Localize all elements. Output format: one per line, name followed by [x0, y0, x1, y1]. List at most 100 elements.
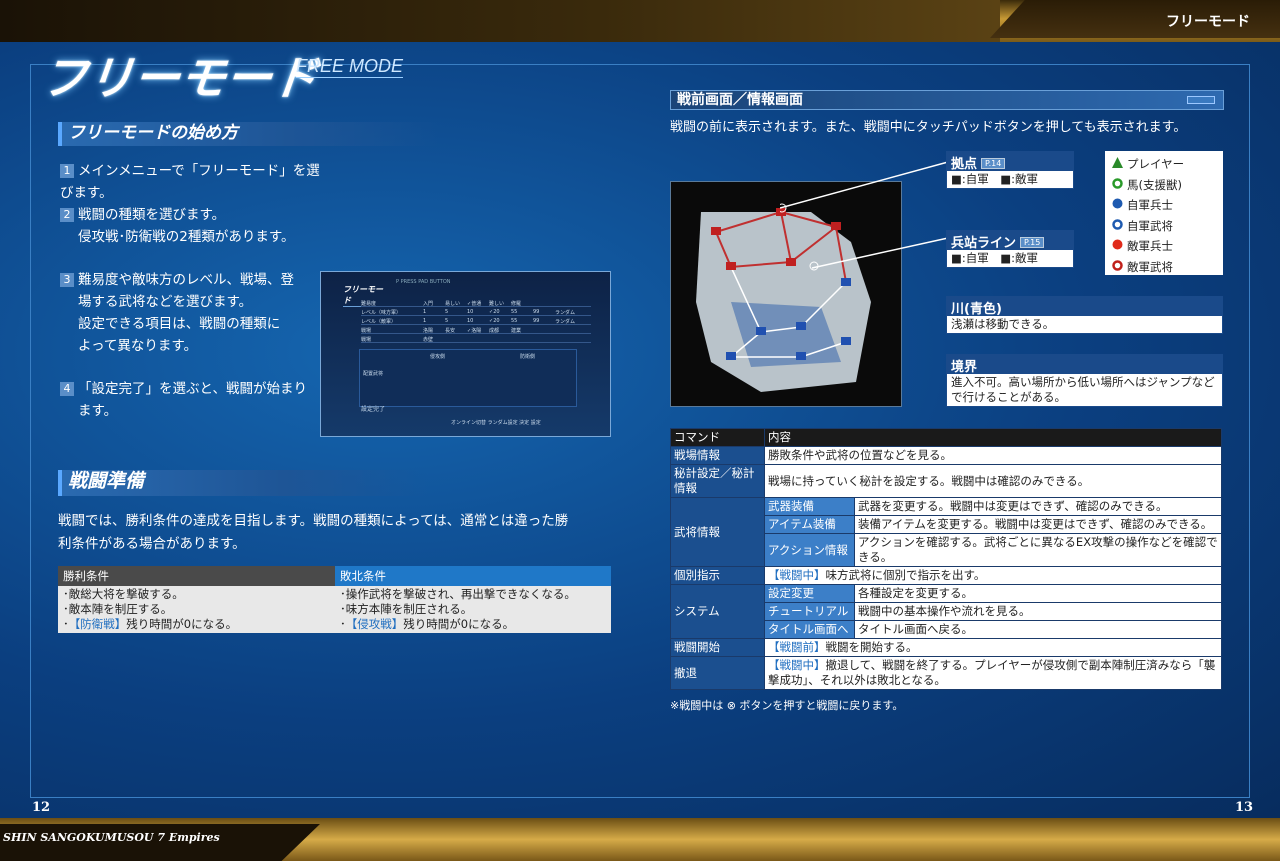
shot-row: レベル（敵軍） 1 5 10 ✓20 55 99 ランダム — [361, 318, 591, 325]
border-body-line: で行けることがある。 — [951, 390, 1066, 404]
command-desc: 戦場に持っていく秘計を設定する。戦闘中は確認のみできる。 — [764, 464, 1222, 498]
legend-item: 敵軍兵士 — [1111, 236, 1217, 257]
command-name: 撤退 — [670, 656, 765, 690]
legend-item: 自軍兵士 — [1111, 195, 1217, 216]
lose-conditions: ･操作武将を撃破され、再出撃できなくなる。 ･味方本陣を制圧される。 ･【侵攻戦】残… — [335, 586, 611, 633]
river-box: 川(青色) 浅瀬は移動できる。 — [946, 296, 1223, 334]
command-desc: 武器を変更する。戦闘中は変更はできず、確認のみできる。 — [854, 497, 1222, 516]
command-desc: 【戦闘前】戦闘を開始する。 — [764, 638, 1222, 657]
condition-line: ･敵総大将を撃破する。 — [63, 587, 184, 601]
shot-cell: 長安 — [445, 328, 456, 334]
legend-label: 敵軍武将 — [1127, 259, 1173, 274]
shot-hint: オンライン切替 ランダム設定 決定 設定 — [451, 420, 541, 426]
condition-line: ･味方本陣を制圧される。 — [340, 602, 473, 616]
river-title: 川(青色) — [947, 297, 1222, 317]
step-number: 1 — [60, 164, 74, 178]
step-item: 2 戦闘の種類を選びます。 侵攻戦･防衛戦の2種類があります。 — [60, 204, 320, 248]
shot-officer-panel: 配置武将 侵攻側 防衛側 — [359, 349, 577, 407]
command-desc: 【戦闘中】味方武将に個別で指示を出す。 — [764, 566, 1222, 585]
shot-team-a: 侵攻側 — [430, 354, 446, 360]
win-conditions: ･敵総大将を撃破する。 ･敵本陣を制圧する。 ･【防衛戦】残り時間が0になる。 — [58, 586, 335, 633]
heitan-body: ■:自軍 ■:敵軍 — [951, 251, 1038, 265]
shot-cell: ✓20 — [489, 309, 500, 315]
legend-label: 自軍武将 — [1127, 218, 1173, 233]
shot-row: 戦場 洛陽 長安 ✓洛陽 成都 建業 — [361, 327, 591, 334]
game-title: SHIN SANGOKUMUSOU 7 Empires — [3, 831, 220, 844]
shot-cell: 55 — [511, 309, 518, 315]
border-body-line: 進入不可。高い場所から低い場所へはジャンプなど — [951, 375, 1215, 389]
shot-cell: 5 — [445, 318, 449, 324]
ring-icon — [1111, 257, 1123, 278]
right-section-header: 戦前画面／情報画面 — [670, 90, 1224, 110]
shot-cell: 99 — [533, 309, 540, 315]
command-header: コマンド — [670, 428, 765, 447]
step-line: 3 難易度や敵味方のレベル、戦場、登 — [60, 269, 320, 291]
shot-cell: 99 — [533, 318, 540, 324]
command-name: 武将情報 — [670, 497, 765, 567]
heitan-ref: P.15 — [1020, 237, 1045, 248]
step-line: 場する武将などを選びます。 — [78, 294, 253, 310]
legend-item: プレイヤー — [1111, 154, 1217, 175]
step-item: 3 難易度や敵味方のレベル、戦場、登場する武将などを選びます。設定できる項目は、戦… — [60, 269, 320, 357]
shot-cell: レベル（敵軍） — [361, 319, 397, 325]
map-legend: プレイヤー 馬(支援獣) 自軍兵士自軍武将敵軍兵士敵軍武将 — [1105, 151, 1223, 275]
right-intro: 戦闘の前に表示されます。また、戦闘中にタッチパッドボタンを押しても表示されます。 — [670, 120, 1187, 135]
command-desc: 【戦闘中】撤退して、戦闘を終了する。プレイヤーが侵攻側で副本陣制圧済みなら「襲撃… — [764, 656, 1222, 690]
shot-cell: 5 — [445, 309, 449, 315]
command-tag: 【戦闘中】 — [768, 568, 826, 582]
freemode-screenshot: フリーモード P PRESS PAD BUTTON 難易度 入門 易しい ✓普通 難しい… — [320, 271, 611, 437]
shot-setting-done: 設定完了 — [361, 406, 386, 413]
condition-line: ･敵本陣を制圧する。 — [63, 602, 173, 616]
command-desc: アクションを確認する。武将ごとに異なるEX攻撃の操作などを確認できる。 — [854, 533, 1222, 567]
ring-icon — [1111, 175, 1123, 196]
kyoten-body: ■:自軍 ■:敵軍 — [951, 172, 1038, 186]
step-number: 2 — [60, 208, 74, 222]
condition-line: ･操作武将を撃破され、再出撃できなくなる。 — [340, 587, 576, 601]
step-number: 3 — [60, 273, 74, 287]
dot-icon — [1111, 195, 1123, 216]
shot-cell: 入門 — [423, 301, 434, 307]
shot-row: レベル（味方軍） 1 5 10 ✓20 55 99 ランダム — [361, 309, 591, 316]
shot-cell: 難易度 — [361, 301, 377, 307]
legend-item: 馬(支援獣) — [1111, 175, 1217, 196]
shot-cell: 55 — [511, 318, 518, 324]
kyoten-ref: P.14 — [981, 158, 1006, 169]
shot-cell: 建業 — [511, 328, 522, 334]
return-note: ※戦闘中は ⊗ ボタンを押すと戦闘に戻ります。 — [670, 699, 904, 712]
command-name: 個別指示 — [670, 566, 765, 585]
shot-team-b: 防衛側 — [520, 354, 536, 360]
ring-icon — [1111, 216, 1123, 237]
command-desc: 装備アイテムを変更する。戦闘中は変更はできず、確認のみできる。 — [854, 515, 1222, 534]
prep-text-line: 利条件がある場合があります。 — [58, 536, 246, 552]
step-line: 設定できる項目は、戦闘の種類に — [78, 316, 281, 332]
shot-row: 戦場 赤壁 — [361, 336, 591, 343]
shot-cell: 修羅 — [511, 301, 522, 307]
shot-cell: 10 — [467, 309, 474, 315]
shot-cell: 1 — [423, 309, 427, 315]
lose-header: 敗北条件 — [335, 566, 611, 586]
condition-line: ･【防衛戦】残り時間が0になる。 — [63, 617, 238, 631]
kyoten-title: 拠点 — [951, 157, 978, 172]
shot-cell: ✓洛陽 — [467, 328, 482, 334]
command-sub: タイトル画面へ — [764, 620, 855, 639]
shot-cell: 1 — [423, 318, 427, 324]
section-title-start: フリーモードの始め方 — [58, 122, 438, 146]
shot-cell: 赤壁 — [423, 337, 434, 343]
page-title: フリーモード — [38, 51, 321, 105]
command-sub: チュートリアル — [764, 602, 855, 621]
callout-lines — [780, 161, 949, 271]
shot-cell: ランダム — [555, 319, 576, 325]
step-line: ます。 — [78, 403, 118, 419]
shot-cell: 難しい — [489, 301, 505, 307]
top-bar: フリーモード — [0, 0, 1280, 42]
shot-cell: 戦場 — [361, 328, 372, 334]
step-line: 1 メインメニューで「フリーモード」を選びます。 — [60, 163, 320, 201]
step-item: 4 「設定完了」を選ぶと、戦闘が始まり ます。 — [60, 378, 320, 422]
win-lose-table: 勝利条件 敗北条件 ･敵総大将を撃破する。 ･敵本陣を制圧する。 ･【防衛戦】残り時間… — [58, 566, 611, 633]
page-number-right: 13 — [1235, 800, 1254, 815]
bottom-bar: SHIN SANGOKUMUSOU 7 Empires — [0, 818, 1280, 861]
legend-item: 敵軍武将 — [1111, 257, 1217, 278]
command-sub: アイテム装備 — [764, 515, 855, 534]
step-line: 侵攻戦･防衛戦の2種類があります。 — [78, 229, 295, 245]
border-title: 境界 — [947, 355, 1222, 375]
